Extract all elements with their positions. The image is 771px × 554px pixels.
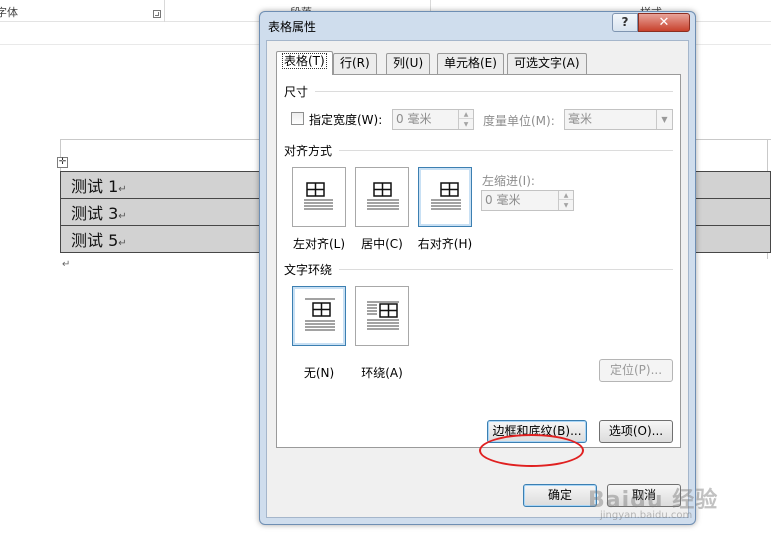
- align-right-icon: [431, 182, 461, 210]
- wrap-around-button[interactable]: [355, 286, 409, 346]
- watermark-url: jingyan.baidu.com: [600, 510, 693, 521]
- align-center-caption: 居中(C): [361, 237, 403, 251]
- preferred-width-spinbox[interactable]: 0 毫米 ▲ ▼: [392, 109, 474, 130]
- options-button[interactable]: 选项(O)...: [599, 420, 673, 443]
- spin-arrows[interactable]: ▲ ▼: [558, 191, 573, 210]
- wrap-around-caption: 环绕(A): [361, 366, 403, 380]
- align-center-button[interactable]: [355, 167, 409, 227]
- align-center-icon: [367, 182, 399, 210]
- tab-row[interactable]: 行(R): [333, 53, 377, 74]
- measure-unit-select[interactable]: 毫米 ▼: [564, 109, 673, 130]
- size-section-title: 尺寸: [284, 85, 309, 99]
- measure-unit-label: 度量单位(M):: [483, 114, 555, 128]
- ok-button[interactable]: 确定: [523, 484, 597, 507]
- align-left-icon: [304, 182, 333, 210]
- chevron-down-icon[interactable]: ▼: [656, 110, 672, 129]
- align-right-button[interactable]: [418, 167, 472, 227]
- positioning-button[interactable]: 定位(P)...: [599, 359, 673, 382]
- left-indent-label: 左缩进(I):: [482, 174, 535, 188]
- tab-panel-table: 尺寸 指定宽度(W): 0 毫米 ▲ ▼ 度量单位(M): 毫米 ▼ 对齐方式: [276, 74, 681, 448]
- preferred-width-checkbox[interactable]: [291, 112, 304, 125]
- wrap-none-icon: [305, 298, 335, 331]
- tab-table[interactable]: 表格(T): [276, 51, 333, 75]
- wrap-none-button[interactable]: [292, 286, 346, 346]
- table-move-handle-icon[interactable]: ✛: [57, 157, 68, 168]
- section-divider: [339, 269, 673, 270]
- alignment-section-title: 对齐方式: [284, 144, 333, 158]
- align-right-caption: 右对齐(H): [417, 237, 473, 251]
- wrap-none-caption: 无(N): [303, 366, 335, 380]
- dialog-client-area: 表格(T) 行(R) 列(U) 单元格(E) 可选文字(A) 尺寸 指定宽度(W…: [266, 40, 689, 518]
- ribbon-divider: [164, 0, 165, 22]
- paragraph-mark: ↵: [62, 259, 71, 270]
- spin-down-icon[interactable]: ▼: [459, 120, 473, 129]
- close-button[interactable]: ✕: [638, 13, 690, 32]
- tab-column[interactable]: 列(U): [386, 53, 431, 74]
- wrapping-section-title: 文字环绕: [284, 263, 333, 277]
- align-left-caption: 左对齐(L): [292, 237, 346, 251]
- spin-arrows[interactable]: ▲ ▼: [458, 110, 473, 129]
- dialog-title: 表格属性: [268, 20, 317, 34]
- left-indent-spinbox[interactable]: 0 毫米 ▲ ▼: [481, 190, 574, 211]
- align-left-button[interactable]: [292, 167, 346, 227]
- help-button[interactable]: ?: [612, 13, 638, 32]
- annotation-highlight-ring: [479, 434, 584, 467]
- dialog-titlebar[interactable]: 表格属性 ? ✕: [260, 12, 695, 40]
- section-divider: [339, 150, 673, 151]
- font-dialog-launcher-icon[interactable]: [153, 10, 161, 18]
- spin-down-icon[interactable]: ▼: [559, 201, 573, 210]
- font-group-label: 字体: [0, 6, 18, 19]
- preferred-width-label: 指定宽度(W):: [309, 113, 383, 127]
- spin-up-icon[interactable]: ▲: [459, 110, 473, 119]
- table-properties-dialog: 表格属性 ? ✕ 表格(T) 行(R) 列(U) 单元格(E) 可选文字(A) …: [259, 11, 696, 525]
- section-divider: [315, 91, 673, 92]
- wrap-around-icon: [367, 301, 399, 330]
- tab-cell[interactable]: 单元格(E): [437, 53, 504, 74]
- spin-up-icon[interactable]: ▲: [559, 191, 573, 200]
- tab-alt-text[interactable]: 可选文字(A): [507, 53, 587, 74]
